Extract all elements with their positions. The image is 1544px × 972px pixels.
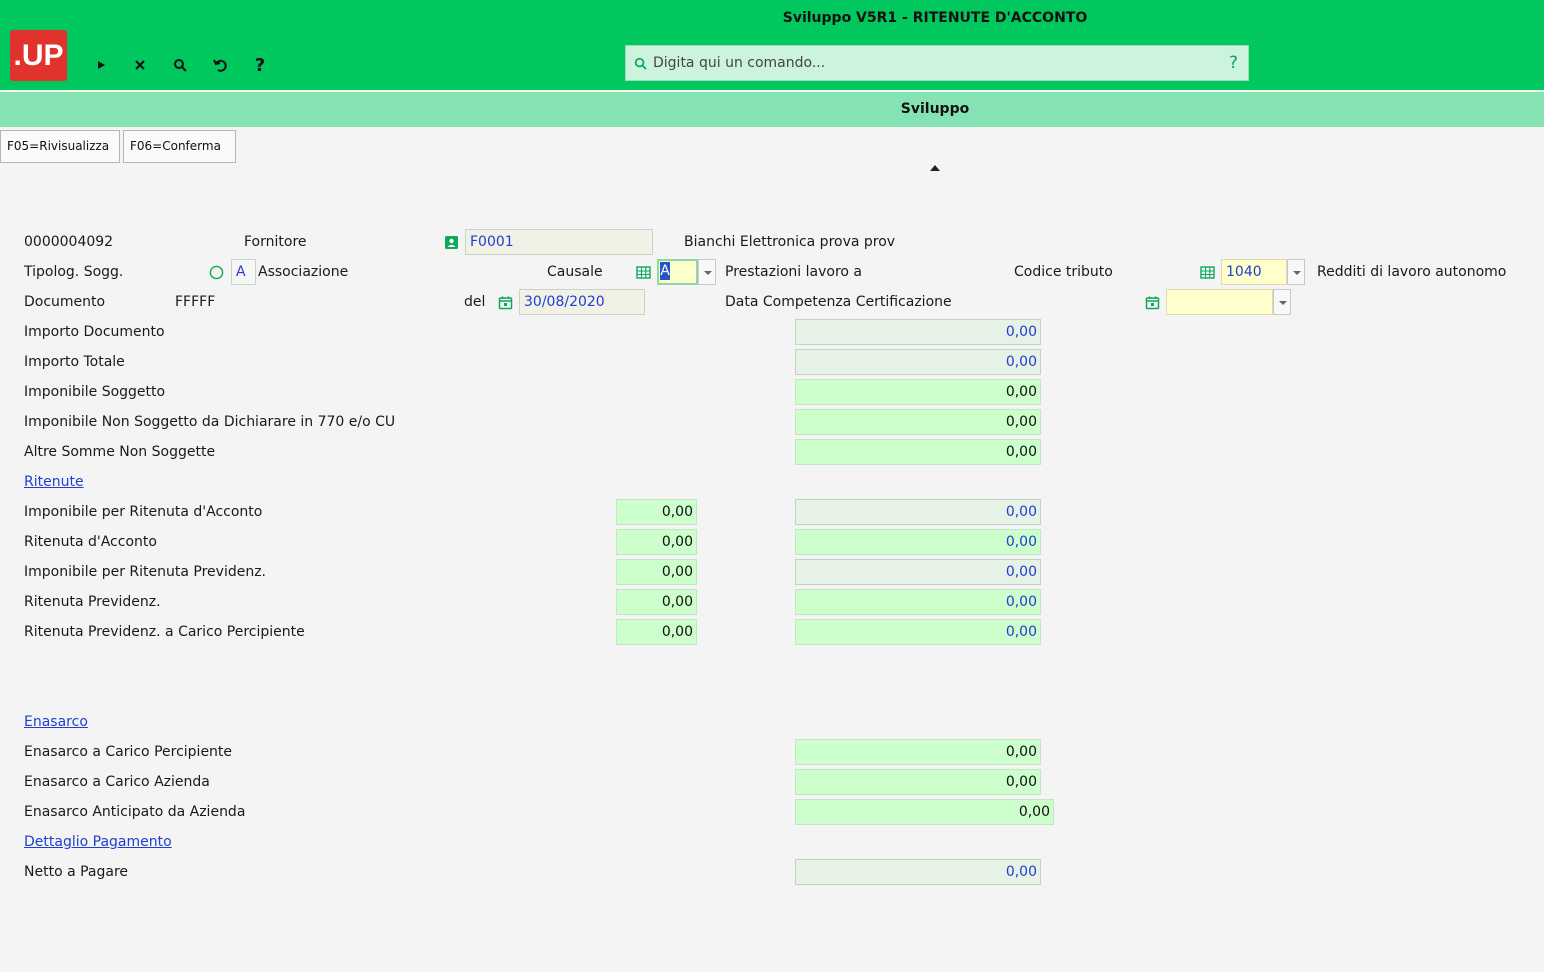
ritenute-row-value1[interactable]: 0,00: [616, 529, 697, 555]
netto-a-pagare-field: 0,00: [795, 859, 1041, 885]
search-icon: [634, 57, 647, 70]
tipolog-desc: Associazione: [258, 264, 349, 280]
enasarco-row-label: Enasarco Anticipato da Azienda: [24, 804, 246, 820]
enasarco-row-value[interactable]: 0,00: [795, 799, 1054, 825]
codice-tributo-desc: Redditi di lavoro autonomo: [1317, 264, 1507, 280]
documento-label: Documento: [24, 294, 106, 310]
radio-circle-icon[interactable]: [209, 265, 224, 280]
table-grid-icon[interactable]: [1200, 265, 1215, 280]
close-icon: [135, 60, 145, 70]
importo-documento-label: Importo Documento: [24, 324, 165, 340]
documento-value: FFFFF: [175, 294, 216, 310]
ritenute-row-value2[interactable]: 0,00: [795, 619, 1041, 645]
help-button[interactable]: ?: [247, 52, 273, 78]
ritenute-row-label: Imponibile per Ritenuta d'Acconto: [24, 504, 263, 520]
ritenute-link[interactable]: Ritenute: [24, 472, 84, 492]
calendar-icon[interactable]: [1145, 295, 1160, 310]
ritenute-row-value2: 0,00: [795, 559, 1041, 585]
fornitore-label: Fornitore: [244, 234, 307, 250]
tipolog-code-field[interactable]: A: [231, 259, 256, 285]
ritenute-row-label: Ritenuta Previdenz. a Carico Percipiente: [24, 624, 305, 640]
imponibile-soggetto-label: Imponibile Soggetto: [24, 384, 166, 400]
section-bar: Sviluppo: [0, 92, 1544, 127]
ritenute-row-value2: 0,00: [795, 499, 1041, 525]
command-help-icon[interactable]: ?: [1229, 53, 1238, 73]
data-competenza-label: Data Competenza Certificazione: [725, 294, 952, 310]
close-button[interactable]: [127, 52, 153, 78]
importo-documento-field: 0,00: [795, 319, 1041, 345]
play-icon: [98, 61, 105, 69]
enasarco-row-label: Enasarco a Carico Percipiente: [24, 744, 233, 760]
enasarco-row-value[interactable]: 0,00: [795, 739, 1041, 765]
document-id: 0000004092: [24, 234, 114, 250]
imponibile-soggetto-field[interactable]: 0,00: [795, 379, 1041, 405]
codice-tributo-field[interactable]: 1040: [1221, 259, 1287, 285]
enasarco-link[interactable]: Enasarco: [24, 712, 88, 732]
importo-totale-field: 0,00: [795, 349, 1041, 375]
data-competenza-field[interactable]: [1166, 289, 1273, 315]
command-input[interactable]: Digita qui un comando... ?: [625, 45, 1249, 81]
imponibile-non-soggetto-field[interactable]: 0,00: [795, 409, 1041, 435]
fornitore-name: Bianchi Elettronica prova prov: [684, 234, 896, 250]
imponibile-non-soggetto-label: Imponibile Non Soggetto da Dichiarare in…: [24, 414, 396, 430]
codice-tributo-label: Codice tributo: [1014, 264, 1113, 280]
enasarco-row-value[interactable]: 0,00: [795, 769, 1041, 795]
window-title: Sviluppo V5R1 - RITENUTE D'ACCONTO: [782, 10, 1088, 26]
ritenute-row-value1[interactable]: 0,00: [616, 559, 697, 585]
undo-icon: [213, 59, 227, 72]
del-label: del: [464, 294, 486, 310]
undo-button[interactable]: [207, 52, 233, 78]
search-button[interactable]: [167, 52, 193, 78]
data-competenza-dropdown-button[interactable]: [1273, 289, 1291, 315]
dettaglio-pagamento-link[interactable]: Dettaglio Pagamento: [24, 832, 172, 852]
ritenute-row-label: Ritenuta Previdenz.: [24, 594, 161, 610]
ritenute-row-label: Ritenuta d'Acconto: [24, 534, 157, 550]
ritenute-row-value1[interactable]: 0,00: [616, 619, 697, 645]
calendar-icon[interactable]: [498, 295, 513, 310]
ritenute-row-value2[interactable]: 0,00: [795, 529, 1041, 555]
tipolog-label: Tipolog. Sogg.: [24, 264, 124, 280]
enasarco-row-label: Enasarco a Carico Azienda: [24, 774, 210, 790]
codice-tributo-dropdown-button[interactable]: [1287, 259, 1305, 285]
command-placeholder: Digita qui un comando...: [653, 55, 826, 71]
contact-card-icon[interactable]: [444, 235, 459, 250]
del-date-field[interactable]: 30/08/2020: [519, 289, 645, 315]
importo-totale-label: Importo Totale: [24, 354, 125, 370]
run-button[interactable]: [88, 52, 114, 78]
collapse-caret-icon[interactable]: [930, 165, 940, 171]
f06-conferma-button[interactable]: F06=Conferma: [123, 130, 236, 163]
fornitore-code-field[interactable]: F0001: [465, 229, 653, 255]
altre-somme-field[interactable]: 0,00: [795, 439, 1041, 465]
ritenute-row-value1[interactable]: 0,00: [616, 499, 697, 525]
causale-code-selected: A: [660, 262, 670, 280]
section-title: Sviluppo: [900, 101, 970, 117]
ritenute-row-value1[interactable]: 0,00: [616, 589, 697, 615]
netto-a-pagare-label: Netto a Pagare: [24, 864, 129, 880]
causale-desc: Prestazioni lavoro a: [725, 264, 862, 280]
search-icon: [174, 59, 187, 72]
altre-somme-label: Altre Somme Non Soggette: [24, 444, 216, 460]
app-logo[interactable]: .UP: [10, 30, 67, 81]
table-grid-icon[interactable]: [636, 265, 651, 280]
causale-label: Causale: [547, 264, 603, 280]
causale-dropdown-button[interactable]: [698, 259, 716, 285]
ritenute-row-label: Imponibile per Ritenuta Previdenz.: [24, 564, 267, 580]
f05-rivisualizza-button[interactable]: F05=Rivisualizza: [0, 130, 120, 163]
ritenute-row-value2[interactable]: 0,00: [795, 589, 1041, 615]
